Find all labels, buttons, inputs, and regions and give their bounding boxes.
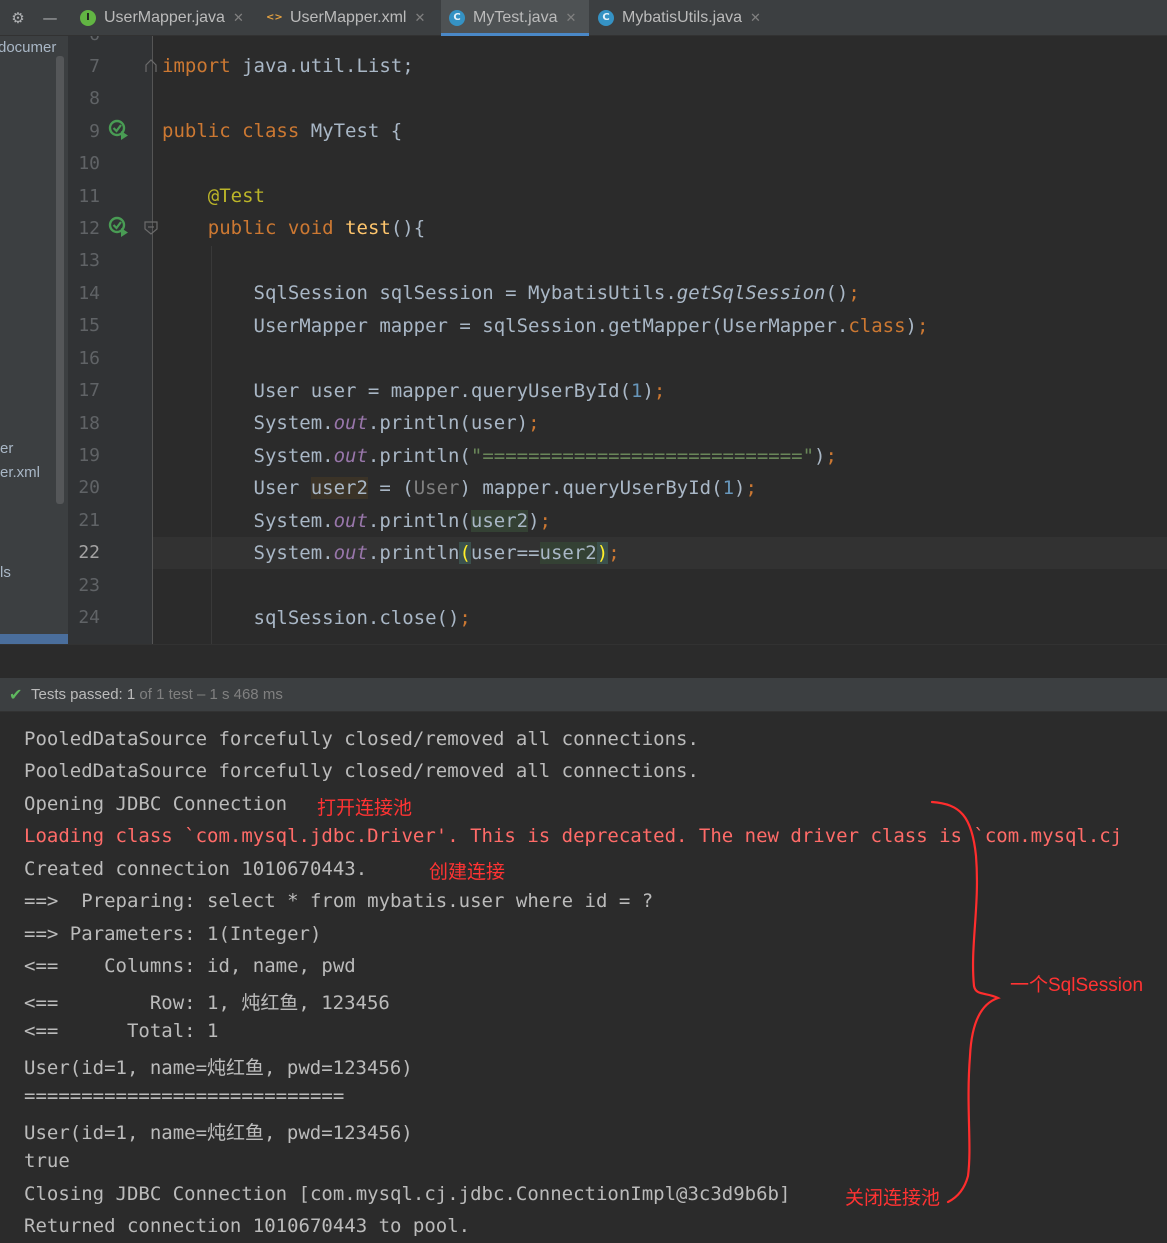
close-icon[interactable]: ✕ (565, 11, 576, 26)
console-line: ==> Preparing: select * from mybatis.use… (24, 890, 654, 912)
line-number: 17 (78, 380, 100, 401)
line-number: 18 (78, 413, 100, 434)
console-line: true (24, 1150, 70, 1172)
console-line: ==> Parameters: 1(Integer) (24, 923, 322, 945)
console-line: <== Columns: id, name, pwd (24, 955, 356, 977)
tab-label: UserMapper.xml (290, 9, 407, 26)
tests-passed-label: Tests passed: 1 of 1 test – 1 s 468 ms (31, 686, 283, 703)
code-line-22: System.out.println(user==user2); (253, 542, 620, 564)
close-icon[interactable]: ✕ (233, 11, 244, 26)
line-number: 15 (78, 315, 100, 336)
check-icon: ✔ (9, 685, 23, 704)
annotation-one-sqlsession: 一个SqlSession (1010, 975, 1144, 996)
console-line: PooledDataSource forcefully closed/remov… (24, 728, 699, 750)
console-line: ============================ (24, 1085, 345, 1107)
line-number: 23 (78, 575, 100, 596)
console-line: PooledDataSource forcefully closed/remov… (24, 760, 699, 782)
annotation-open-pool: 打开连接池 (317, 798, 413, 819)
line-number: 14 (78, 283, 100, 304)
project-panel: documer er er.xml ls (0, 36, 68, 644)
xml-file-icon: <> (266, 12, 283, 23)
line-number: 10 (78, 153, 100, 174)
code-line-9: public class MyTest { (162, 120, 403, 142)
console-line: Returned connection 1010670443 to pool. (24, 1215, 471, 1237)
line-number: 12 (78, 218, 100, 239)
line-number: 24 (78, 607, 100, 628)
line-number: 19 (78, 445, 100, 466)
tab-label: MyTest.java (473, 9, 558, 26)
console-line: <== Total: 1 (24, 1020, 219, 1042)
tab-label: UserMapper.java (104, 9, 225, 26)
code-line-7: import java.util.List; (162, 55, 414, 77)
class-icon: C (598, 10, 614, 26)
line-number: 11 (78, 186, 100, 207)
editor-tab-bar: ⚙ — I UserMapper.java ✕ <> UserMapper.xml… (0, 0, 1167, 36)
line-number: 8 (89, 88, 100, 109)
interface-icon: I (80, 10, 96, 26)
code-line-20: User user2 = (User) mapper.queryUserById… (253, 477, 757, 499)
line-number: 9 (89, 121, 100, 142)
console-line: User(id=1, name=炖红鱼, pwd=123456) (24, 1122, 413, 1144)
tab-mytest-java[interactable]: C MyTest.java ✕ (441, 0, 589, 36)
line-number: 6 (68, 36, 100, 45)
test-class-icon: C (449, 10, 465, 26)
tab-usermapper-java[interactable]: I UserMapper.java ✕ (72, 0, 258, 36)
line-number: 16 (78, 348, 100, 369)
code-line-21: System.out.println(user2); (253, 510, 551, 532)
tab-mybatisutils-java[interactable]: C MybatisUtils.java ✕ (590, 0, 780, 36)
project-item[interactable]: documer (0, 39, 56, 56)
project-item[interactable]: er (0, 440, 13, 457)
run-test-icon[interactable] (108, 119, 130, 141)
code-editor[interactable]: 6 7 8 9 10 11 12 13 14 15 16 17 18 19 20… (68, 36, 1167, 644)
code-line-24: sqlSession.close(); (253, 607, 471, 629)
code-line-19: System.out.println("====================… (253, 445, 837, 467)
line-number: 13 (78, 250, 100, 271)
fold-icon[interactable] (144, 59, 158, 73)
project-scrollbar[interactable] (56, 56, 64, 504)
code-line-14: SqlSession sqlSession = MybatisUtils.get… (253, 282, 860, 304)
fold-icon[interactable] (144, 221, 158, 235)
console-line: Opening JDBC Connection (24, 793, 288, 815)
project-panel-bottom-bar (0, 634, 68, 644)
console-line: <== Row: 1, 炖红鱼, 123456 (24, 992, 390, 1014)
console-line: User(id=1, name=炖红鱼, pwd=123456) (24, 1057, 413, 1079)
minimize-icon[interactable]: — (40, 8, 60, 28)
line-number: 7 (89, 56, 100, 77)
line-number: 20 (78, 477, 100, 498)
code-line-18: System.out.println(user); (253, 412, 540, 434)
project-item[interactable]: er.xml (0, 464, 40, 481)
line-number-current: 22 (78, 542, 100, 563)
annotation-brace (930, 800, 1001, 1204)
project-item[interactable]: ls (0, 564, 11, 581)
console-line: Created connection 1010670443. (24, 858, 368, 880)
gear-icon[interactable]: ⚙ (8, 8, 28, 28)
line-number: 21 (78, 510, 100, 531)
run-test-icon[interactable] (108, 216, 130, 238)
tab-label: MybatisUtils.java (622, 9, 743, 26)
console-line: Closing JDBC Connection [com.mysql.cj.jd… (24, 1183, 791, 1205)
annotation-create-connection: 创建连接 (429, 862, 506, 883)
code-line-15: UserMapper mapper = sqlSession.getMapper… (253, 315, 929, 337)
close-icon[interactable]: ✕ (414, 11, 425, 26)
code-line-11: @Test (207, 185, 265, 207)
tab-usermapper-xml[interactable]: <> UserMapper.xml ✕ (258, 0, 440, 36)
panel-splitter[interactable] (0, 644, 1167, 678)
test-status-bar: ✔ Tests passed: 1 of 1 test – 1 s 468 ms (0, 678, 1167, 712)
code-line-12: public void test(){ (207, 217, 426, 239)
close-icon[interactable]: ✕ (750, 11, 761, 26)
code-line-17: User user = mapper.queryUserById(1); (253, 380, 666, 402)
